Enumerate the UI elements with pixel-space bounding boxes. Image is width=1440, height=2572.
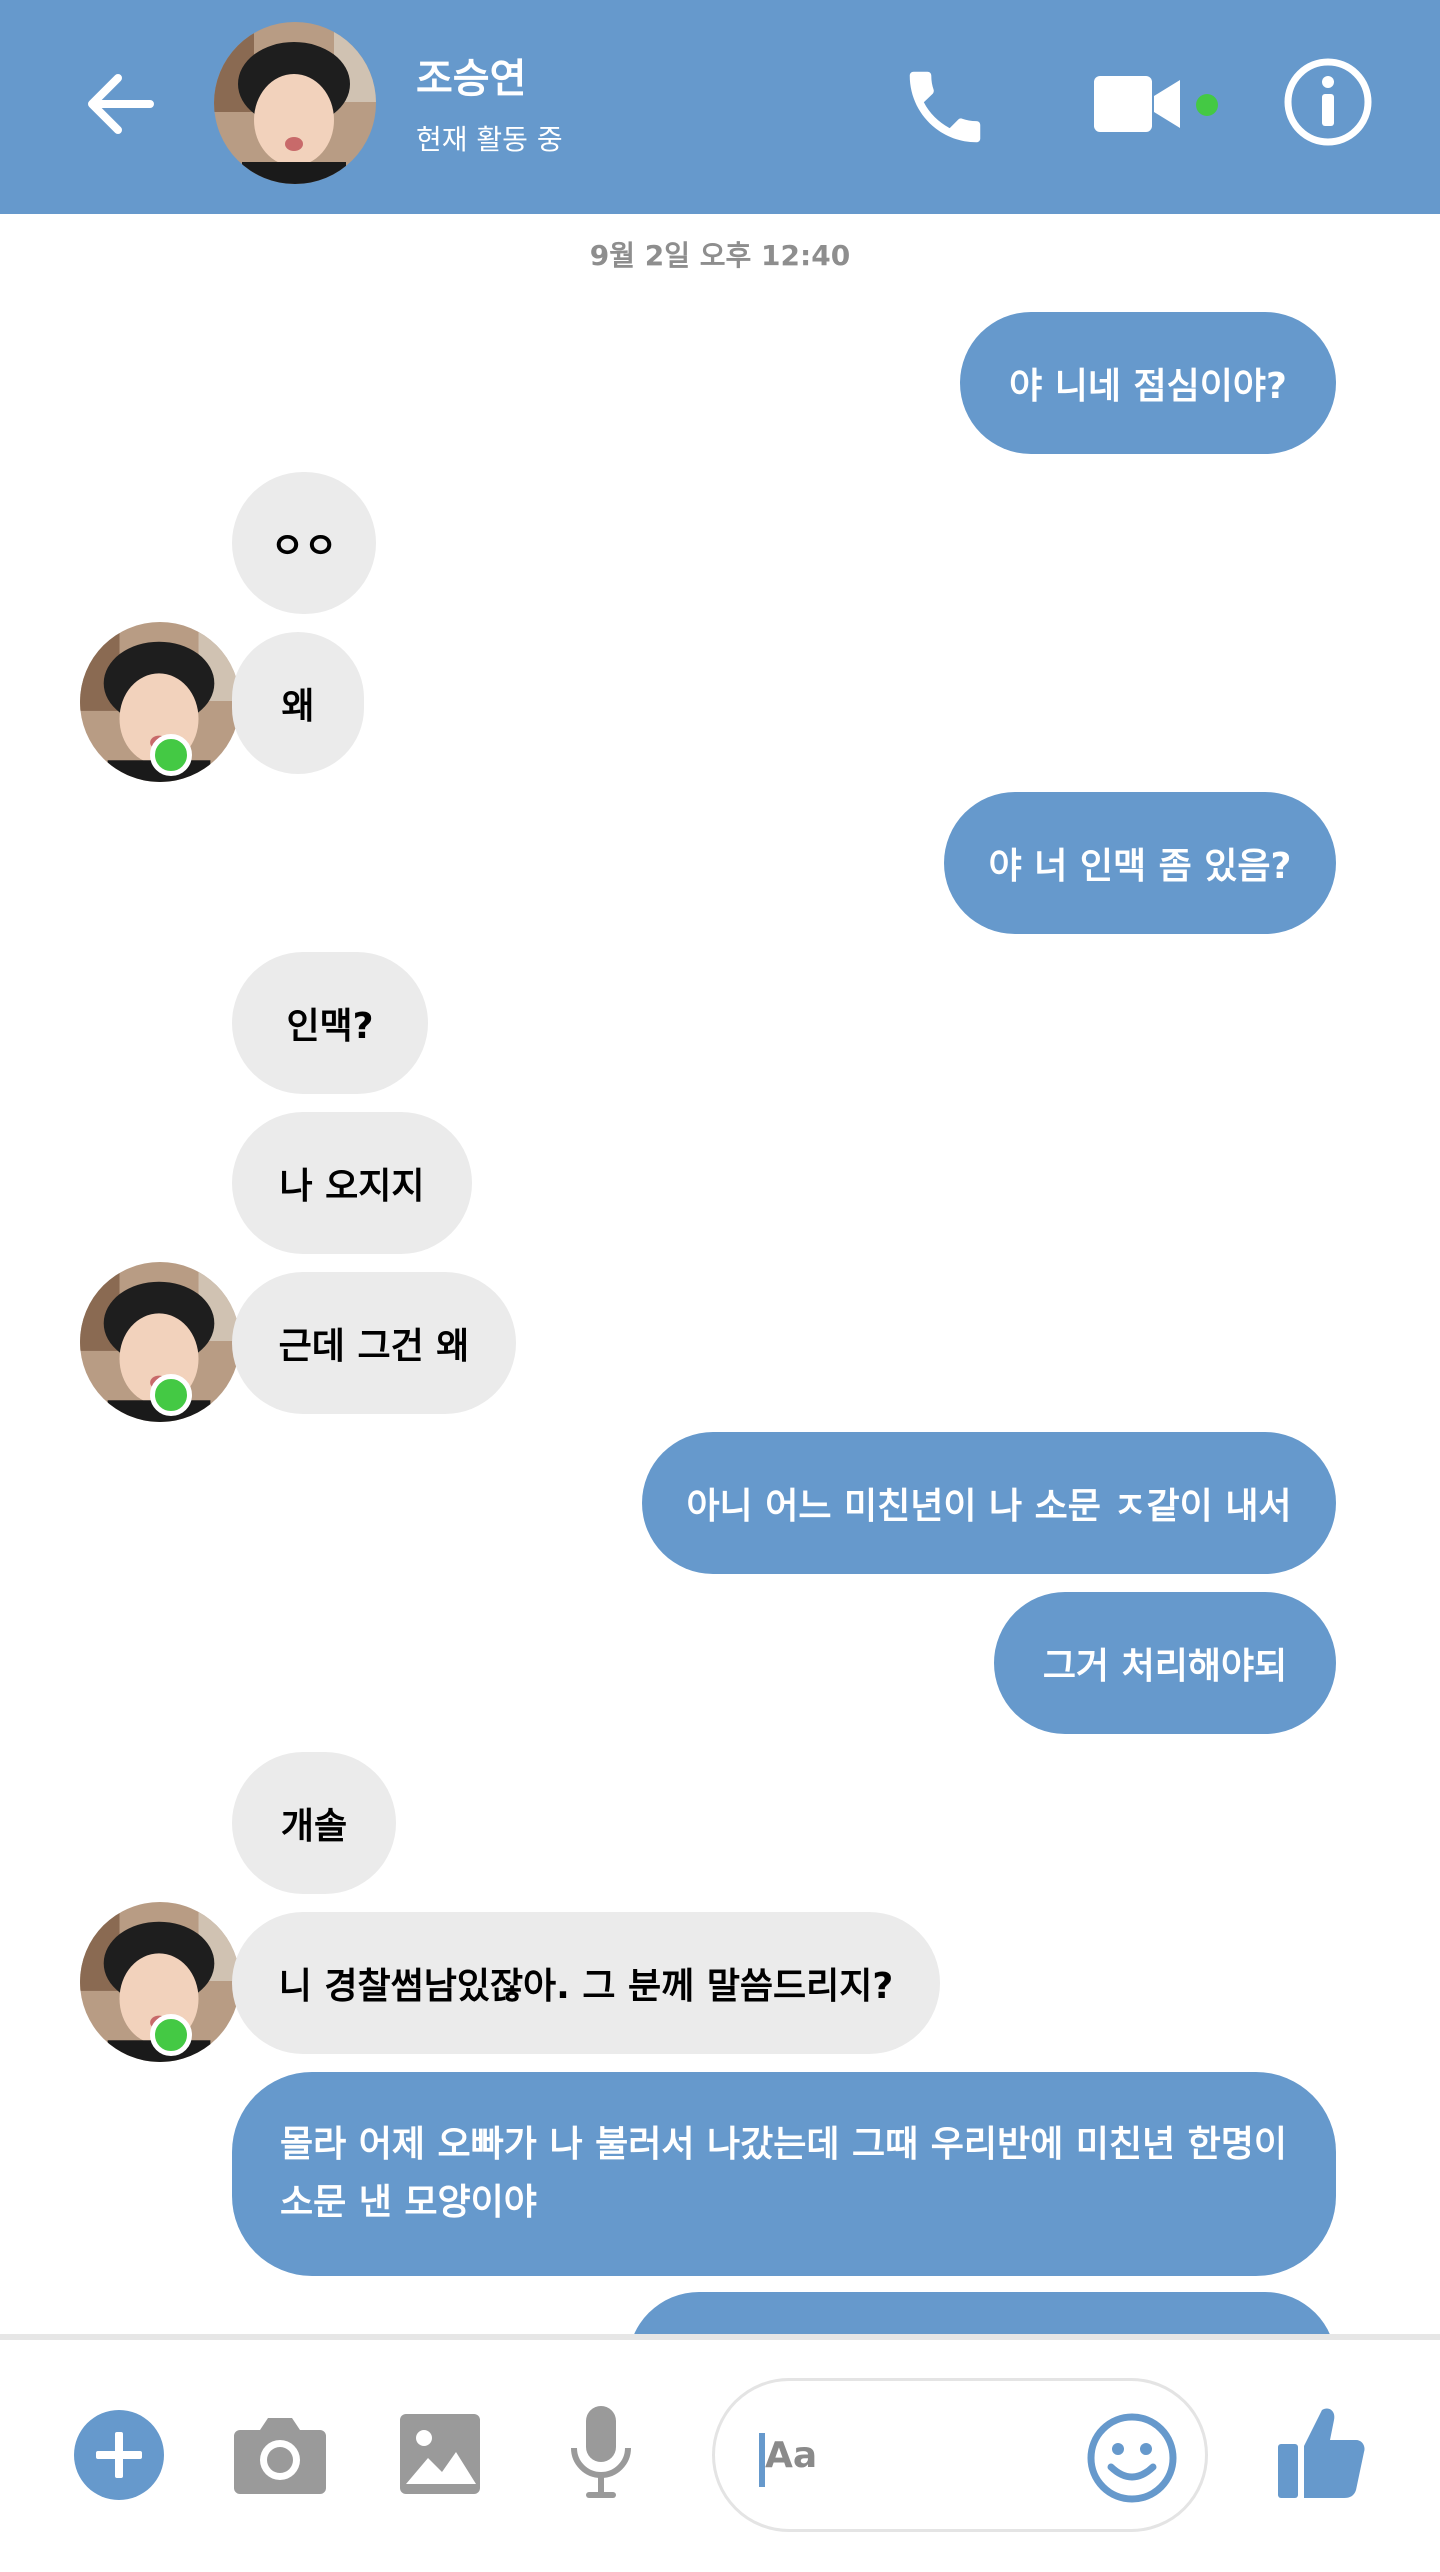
chat-header: 조승연 현재 활동 중 — [0, 0, 1440, 214]
camera-icon[interactable] — [232, 2412, 328, 2496]
contact-status: 현재 활동 중 — [416, 123, 563, 156]
message-bubble-outgoing[interactable]: 그거 처리해야되 — [994, 1592, 1336, 1734]
online-status-dot — [1196, 94, 1218, 116]
contact-avatar-small[interactable] — [40, 1262, 240, 1432]
message-input-placeholder: Aa — [765, 2435, 818, 2476]
back-arrow-icon[interactable] — [80, 64, 160, 144]
message-bubble-incoming[interactable]: 나 오지지 — [232, 1112, 472, 1254]
online-status-dot — [150, 1374, 192, 1416]
contact-avatar-small[interactable] — [40, 1902, 240, 2072]
image-icon[interactable] — [398, 2412, 482, 2496]
message-bubble-outgoing[interactable]: 야 너 인맥 좀 있음? — [944, 792, 1336, 934]
contact-avatar[interactable] — [214, 22, 376, 184]
message-bubble-incoming[interactable]: 왜 — [232, 632, 364, 774]
conversation-timestamp: 9월 2일 오후 12:40 — [589, 239, 851, 272]
contact-avatar-small[interactable] — [40, 622, 240, 792]
message-bubble-incoming[interactable]: 개솔 — [232, 1752, 396, 1894]
info-icon[interactable] — [1282, 56, 1374, 148]
message-bubble-outgoing[interactable]: 몰라 어제 오빠가 나 불러서 나갔는데 그때 우리반에 미친년 한명이 소문 … — [232, 2072, 1336, 2276]
message-bubble-incoming[interactable]: 니 경찰썸남있잖아. 그 분께 말씀드리지? — [232, 1912, 940, 2054]
plus-icon[interactable] — [74, 2410, 164, 2500]
phone-icon[interactable] — [898, 60, 992, 154]
message-input[interactable]: Aa — [712, 2378, 1208, 2532]
message-bubble-incoming[interactable]: 인맥? — [232, 952, 428, 1094]
video-camera-icon[interactable] — [1094, 70, 1182, 138]
thumbs-up-icon[interactable] — [1276, 2404, 1366, 2500]
microphone-icon[interactable] — [566, 2404, 636, 2504]
contact-name[interactable]: 조승연 — [416, 46, 526, 104]
online-status-dot — [150, 2014, 192, 2056]
message-composer: Aa — [0, 2340, 1440, 2572]
online-status-dot — [150, 734, 192, 776]
emoji-icon[interactable] — [1085, 2411, 1179, 2505]
message-bubble-incoming[interactable]: ㅇㅇ — [232, 472, 376, 614]
message-bubble-incoming[interactable]: 근데 그건 왜 — [232, 1272, 516, 1414]
message-bubble-outgoing[interactable]: 아니 어느 미친년이 나 소문 ㅈ같이 내서 — [642, 1432, 1336, 1574]
message-bubble-outgoing[interactable]: 야 니네 점심이야? — [960, 312, 1336, 454]
